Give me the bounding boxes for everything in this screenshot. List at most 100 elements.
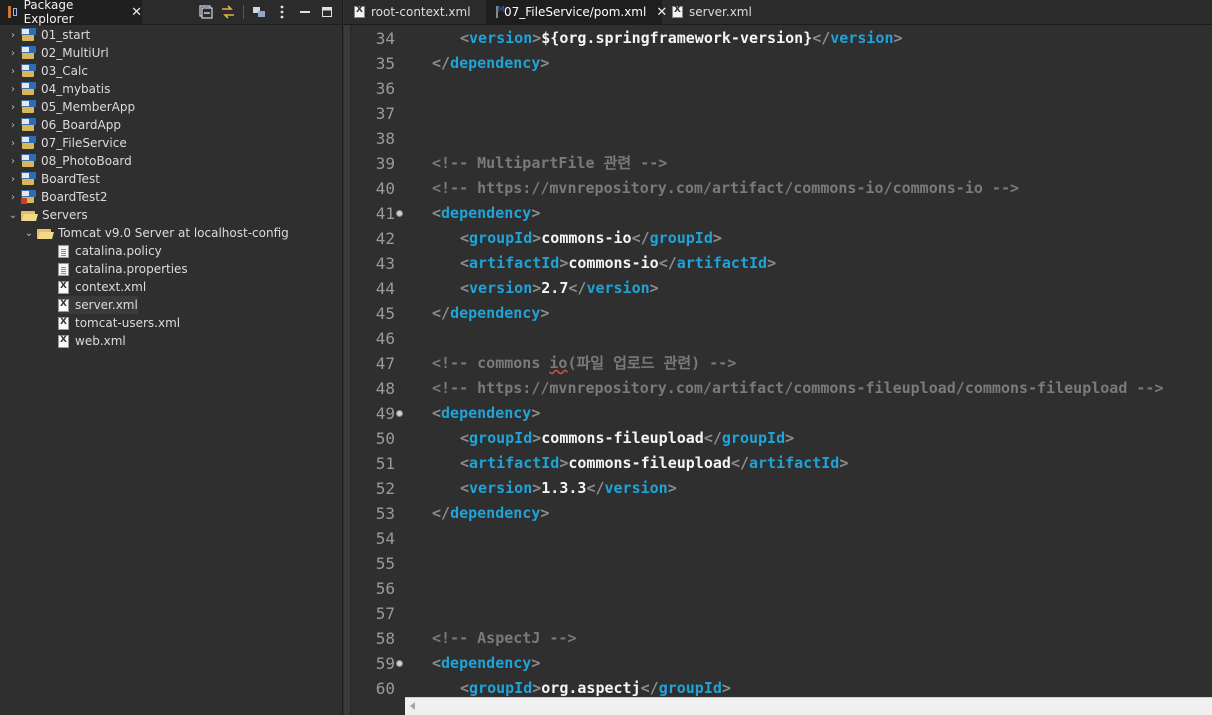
tree-item[interactable]: tomcat-users.xml — [58, 314, 180, 332]
package-explorer-tab[interactable]: Package Explorer ✕ — [0, 0, 142, 26]
tree-item[interactable]: › 06_BoardApp — [8, 116, 121, 134]
tree-item[interactable]: catalina.policy — [58, 242, 162, 260]
code-line[interactable]: <dependency> — [432, 201, 540, 226]
tree-item[interactable]: › BoardTest2 — [8, 188, 108, 206]
xml-source-editor[interactable]: 34 35 36 37 38 39 40 41 42 43 44 45 46 47 48 49 50 51 52 53… — [344, 25, 1212, 715]
project-error-icon — [21, 190, 37, 204]
xml-tag-name: dependency — [450, 304, 541, 322]
xml-comment: <!-- https://mvnrepository.com/artifact/… — [432, 379, 1164, 397]
code-line[interactable]: <version>2.7</version> — [460, 276, 659, 301]
expand-arrow-icon[interactable]: › — [8, 156, 18, 167]
line-number: 50 — [375, 429, 395, 448]
tag-bracket: < — [460, 254, 470, 272]
code-line[interactable]: <!-- MultipartFile 관련 --> — [432, 151, 667, 176]
xml-tag-name: groupId — [469, 679, 533, 697]
maven-pom-icon — [496, 5, 505, 18]
fold-toggle-icon[interactable] — [396, 210, 403, 217]
expand-arrow-icon[interactable]: › — [8, 174, 18, 185]
code-line[interactable]: </dependency> — [432, 301, 549, 326]
code-area[interactable]: <version>${org.springframework-version}<… — [404, 25, 1212, 715]
tree-item[interactable]: › 01_start — [8, 26, 90, 44]
tree-item-label: Servers — [42, 208, 88, 222]
tab-root-context-xml[interactable]: root-context.xml — [344, 0, 478, 24]
editor-left-margin — [344, 25, 351, 715]
code-line[interactable]: <dependency> — [432, 401, 540, 426]
horizontal-scrollbar[interactable] — [405, 697, 1212, 715]
tree-item[interactable]: › 08_PhotoBoard — [8, 152, 132, 170]
tree-item[interactable]: server.xml — [58, 296, 138, 314]
tree-item[interactable]: context.xml — [58, 278, 146, 296]
tag-bracket: </ — [432, 54, 451, 72]
tree-item[interactable]: › 05_MemberApp — [8, 98, 135, 116]
tree-item-label: 01_start — [41, 28, 91, 42]
tree-item-label: context.xml — [75, 280, 147, 294]
code-line[interactable]: <artifactId>commons-fileupload</artifact… — [460, 451, 848, 476]
tree-item[interactable]: › BoardTest — [8, 170, 100, 188]
xml-tag-name: groupId — [469, 429, 533, 447]
tag-bracket: </ — [812, 29, 831, 47]
xml-tag-name: artifactId — [676, 254, 768, 272]
xml-tag-name: groupId — [469, 229, 533, 247]
tree-item[interactable]: ⌄ Tomcat v9.0 Server at localhost-config — [24, 224, 289, 242]
tree-item-label: 04_mybatis — [41, 82, 111, 96]
web-project-icon — [21, 100, 37, 114]
tag-bracket: > — [785, 429, 795, 447]
line-number: 47 — [375, 354, 395, 373]
code-line[interactable]: <!-- AspectJ --> — [432, 626, 577, 651]
expand-arrow-icon[interactable]: › — [8, 102, 18, 113]
expand-arrow-icon[interactable]: › — [8, 138, 18, 149]
expand-arrow-icon[interactable]: › — [8, 120, 18, 131]
tab-server-xml[interactable]: server.xml — [662, 0, 772, 24]
tree-item[interactable]: web.xml — [58, 332, 126, 350]
close-view-icon[interactable]: ✕ — [131, 5, 142, 20]
minimize-icon[interactable] — [297, 4, 313, 20]
tree-item[interactable]: › 02_MultiUrl — [8, 44, 109, 62]
tag-bracket: </ — [586, 479, 605, 497]
line-number: 34 — [375, 29, 395, 48]
xml-file-icon — [354, 5, 365, 18]
expand-arrow-icon[interactable]: › — [8, 48, 18, 59]
xml-tag-name: artifactId — [469, 454, 560, 472]
xml-tag-name: version — [586, 279, 650, 297]
collapse-arrow-icon[interactable]: ⌄ — [24, 228, 34, 239]
collapse-all-icon[interactable] — [198, 4, 214, 20]
collapse-arrow-icon[interactable]: ⌄ — [8, 210, 18, 221]
tree-item[interactable]: › 03_Calc — [8, 62, 88, 80]
tree-item[interactable]: ⌄ Servers — [8, 206, 88, 224]
code-line[interactable]: <version>1.3.3</version> — [460, 476, 677, 501]
web-project-icon — [21, 28, 37, 42]
filter-icon[interactable] — [251, 4, 267, 20]
link-with-editor-icon[interactable] — [220, 4, 236, 20]
code-line[interactable]: </dependency> — [432, 51, 549, 76]
scroll-left-icon[interactable] — [410, 702, 415, 710]
tree-item[interactable]: catalina.properties — [58, 260, 188, 278]
tree-item[interactable]: › 04_mybatis — [8, 80, 110, 98]
expand-arrow-icon[interactable]: › — [8, 30, 18, 41]
maximize-icon[interactable] — [319, 4, 335, 20]
fold-toggle-icon[interactable] — [396, 410, 403, 417]
code-line[interactable]: </dependency> — [432, 501, 549, 526]
code-line[interactable]: <version>${org.springframework-version}<… — [460, 26, 903, 51]
line-number: 58 — [375, 629, 395, 648]
code-line[interactable]: <dependency> — [432, 651, 540, 676]
line-number: 41 — [375, 204, 395, 223]
element-value: org.aspectj — [541, 679, 641, 697]
code-line[interactable]: <groupId>commons-fileupload</groupId> — [460, 426, 794, 451]
view-menu-icon[interactable] — [274, 4, 290, 20]
expand-arrow-icon[interactable]: › — [8, 66, 18, 77]
code-line[interactable]: <groupId>commons-io</groupId> — [460, 226, 722, 251]
tag-bracket: > — [712, 229, 722, 247]
code-line[interactable]: <!-- https://mvnrepository.com/artifact/… — [432, 176, 1019, 201]
code-line[interactable]: <!-- https://mvnrepository.com/artifact/… — [432, 376, 1164, 401]
code-line[interactable]: <!-- commons io(파일 업로드 관련) --> — [432, 351, 736, 376]
fold-toggle-icon[interactable] — [396, 660, 403, 667]
expand-arrow-icon[interactable]: › — [8, 84, 18, 95]
tree-item-label: 06_BoardApp — [41, 118, 121, 132]
tree-item[interactable]: › 07_FileService — [8, 134, 127, 152]
line-number: 35 — [375, 54, 395, 73]
tag-bracket: </ — [730, 454, 749, 472]
expand-arrow-icon[interactable]: › — [8, 192, 18, 203]
tab-pom-xml[interactable]: 07_FileService/pom.xml ✕ — [486, 0, 667, 24]
xml-tag-name: version — [469, 279, 533, 297]
code-line[interactable]: <artifactId>commons-io</artifactId> — [460, 251, 776, 276]
